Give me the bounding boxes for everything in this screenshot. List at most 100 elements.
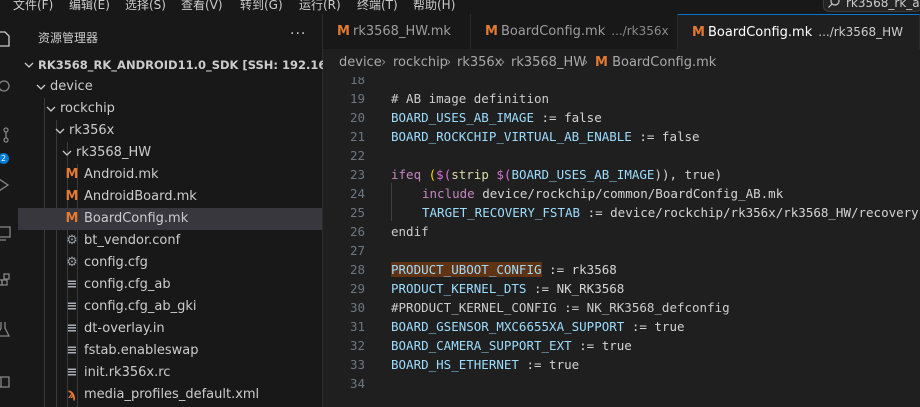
code-line: 33 BOARD_HS_ETHERNET := true	[323, 355, 920, 374]
makefile-icon: M	[337, 24, 350, 39]
code-paren: (	[421, 167, 437, 182]
breadcrumb-rk356x[interactable]: rk356x	[457, 49, 502, 77]
code-variable: BOARD_ROCKCHIP_VIRTUAL_AB_ENABLE	[391, 129, 632, 144]
docker-icon[interactable]	[0, 372, 12, 390]
tab-label: BoardConfig.mk .../rk3568_HW	[708, 15, 903, 49]
folder-rk3568-hw[interactable]: rk3568_HW	[18, 142, 322, 164]
folder-device[interactable]: device	[18, 76, 322, 98]
chevron-right-icon: ›	[381, 55, 387, 70]
tab-rk3568-hw-mk[interactable]: M rk3568_HW.mk	[323, 14, 471, 49]
file-label: bt_vendor.conf	[84, 233, 181, 248]
text-file-icon: ≡	[66, 321, 78, 336]
menu-selection[interactable]: 选择(S)	[125, 0, 166, 13]
code-value: := true	[624, 319, 685, 334]
search-icon[interactable]	[0, 78, 12, 96]
activity-bar: 2	[0, 14, 18, 407]
code-value: := NK_RK3568	[526, 281, 625, 296]
makefile-icon: M	[485, 24, 498, 39]
command-center-search[interactable]: rk3568_rk_andr	[823, 0, 920, 12]
file-label: fstab.enableswap	[84, 343, 199, 358]
menu-terminal[interactable]: 终端(T)	[357, 0, 398, 13]
code-value: := false	[631, 129, 700, 144]
line-number: 32	[349, 338, 365, 353]
file-item[interactable]: ≡ init.rk356x.rc	[18, 362, 322, 384]
menu-file[interactable]: 文件(F)	[13, 0, 53, 13]
chevron-down-icon	[55, 128, 65, 134]
menu-run[interactable]: 运行(R)	[299, 0, 341, 13]
menu-view[interactable]: 查看(V)	[181, 0, 223, 13]
code-value: := rk3568	[541, 262, 617, 277]
line-number: 20	[349, 110, 365, 125]
file-label: Android.mk	[84, 167, 159, 182]
file-item-selected[interactable]: M BoardConfig.mk	[18, 208, 322, 230]
code-keyword: endif	[391, 224, 429, 239]
file-item[interactable]: ≡ dt-overlay.in	[18, 318, 322, 340]
file-label: media_profiles_default.xml	[84, 387, 260, 402]
file-item[interactable]: ϡ media_profiles_default.xml	[18, 384, 322, 406]
code-line: 32 BOARD_CAMERA_SUPPORT_EXT := true	[323, 336, 920, 355]
more-actions-icon[interactable]: ···	[290, 26, 306, 42]
line-number: 34	[349, 376, 365, 391]
line-number: 30	[349, 300, 365, 315]
code-keyword: include	[422, 186, 475, 201]
menu-bar: 文件(F) 编辑(E) 选择(S) 查看(V) 转到(G) 运行(R) 终端(T…	[0, 0, 920, 14]
code-line: 25 TARGET_RECOVERY_FSTAB := device/rockch…	[323, 203, 920, 222]
search-icon	[828, 0, 840, 8]
workspace-root[interactable]: RK3568_RK_ANDROID11.0_SDK [SSH: 192.168.…	[18, 54, 372, 76]
code-comment: # AB image definition	[391, 91, 550, 106]
code-value: := false	[534, 110, 602, 125]
gear-icon: ⚙	[66, 255, 78, 270]
menu-go[interactable]: 转到(G)	[240, 0, 283, 13]
line-number: 24	[349, 186, 365, 201]
breadcrumb-file[interactable]: M BoardConfig.mk	[595, 49, 716, 77]
tab-boardconfig-rk3568-hw[interactable]: M BoardConfig.mk .../rk3568_HW	[678, 14, 920, 49]
breadcrumb-rk3568-hw[interactable]: rk3568_HW	[511, 49, 586, 77]
run-debug-icon[interactable]	[0, 176, 12, 194]
file-label: BoardConfig.mk	[84, 211, 189, 226]
code-editor[interactable]: 18 19 # AB image definition 20 BOARD_USES_…	[323, 77, 920, 407]
code-value: )), true)	[654, 167, 723, 182]
code-line: 24 include device/rockchip/common/BoardCo…	[323, 184, 920, 203]
tab-description: .../rk3568_HW	[818, 25, 904, 39]
breadcrumb-rockchip[interactable]: rockchip	[393, 49, 448, 77]
line-number: 26	[349, 224, 365, 239]
code-variable: PRODUCT_KERNEL_DTS	[391, 281, 527, 296]
chevron-down-icon	[46, 106, 56, 112]
file-item[interactable]: ⚙ bt_vendor.conf	[18, 230, 322, 252]
file-item[interactable]: ≡ config.cfg_ab	[18, 274, 322, 296]
makefile-icon: M	[65, 167, 79, 182]
code-comment: #PRODUCT_KERNEL_CONFIG := NK_RK3568_defc…	[391, 300, 730, 315]
editor-tab-bar: M rk3568_HW.mk M BoardConfig.mk .../rk356…	[323, 14, 920, 49]
folder-rockchip[interactable]: rockchip	[18, 98, 322, 120]
code-line: 29 PRODUCT_KERNEL_DTS := NK_RK3568	[323, 279, 920, 298]
explorer-title: 资源管理器	[38, 31, 99, 45]
tab-description: .../rk356x	[611, 24, 669, 38]
code-variable: BOARD_USES_AB_IMAGE	[391, 110, 534, 125]
menu-edit[interactable]: 编辑(E)	[69, 0, 110, 13]
folder-rk356x[interactable]: rk356x	[18, 120, 322, 142]
file-item[interactable]: ⚙ config.cfg	[18, 252, 322, 274]
line-number: 25	[349, 205, 365, 220]
chevron-down-icon	[24, 62, 34, 68]
breadcrumb-device[interactable]: device	[339, 49, 382, 77]
source-control-icon[interactable]	[0, 126, 12, 144]
tab-boardconfig-rk356x[interactable]: M BoardConfig.mk .../rk356x	[471, 14, 678, 49]
file-item[interactable]: ≡ fstab.enableswap	[18, 340, 322, 362]
code-function: strip	[451, 167, 497, 182]
code-value: device/rockchip/common/BoardConfig_AB.mk	[474, 186, 784, 201]
file-item[interactable]: M AndroidBoard.mk	[18, 186, 322, 208]
line-number: 22	[349, 148, 365, 163]
menu-help[interactable]: 帮助(H)	[413, 0, 455, 13]
testing-icon[interactable]	[0, 320, 12, 338]
chevron-right-icon: ›	[500, 55, 506, 70]
files-icon[interactable]	[0, 30, 12, 48]
code-line: 20 BOARD_USES_AB_IMAGE := false	[323, 108, 920, 127]
extensions-icon[interactable]	[0, 272, 12, 290]
file-item[interactable]: ≡ config.cfg_ab_gki	[18, 296, 322, 318]
file-item[interactable]: M Android.mk	[18, 164, 322, 186]
gear-icon: ⚙	[66, 233, 78, 248]
remote-explorer-icon[interactable]	[0, 224, 12, 242]
tab-name: BoardConfig.mk	[501, 24, 606, 39]
makefile-icon: M	[65, 189, 79, 204]
code-value: := device/rockchip/rk356x/rk3568_HW/reco…	[587, 205, 920, 220]
